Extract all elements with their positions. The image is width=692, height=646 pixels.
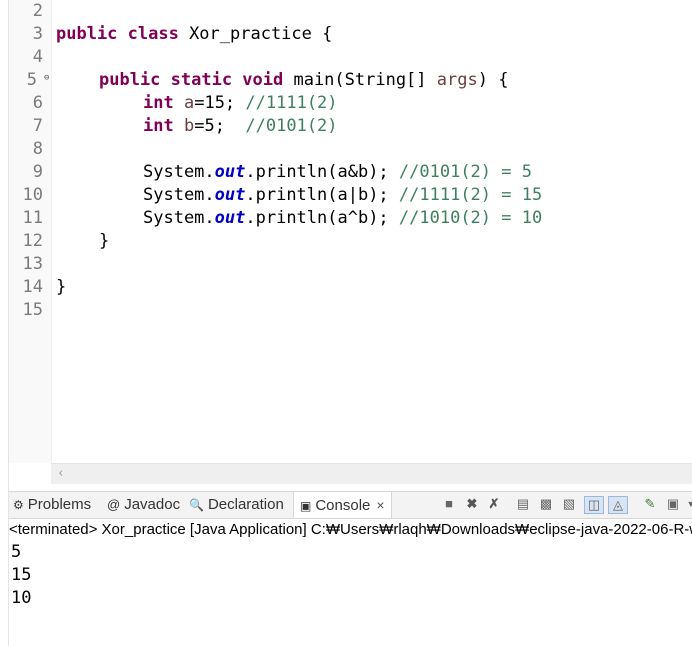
- show-console-on-stderr-icon[interactable]: ◬: [608, 496, 628, 514]
- console-output-line: 5: [11, 542, 22, 562]
- line-number: 9: [32, 162, 43, 182]
- javadoc-icon: @: [107, 497, 121, 512]
- tab-declaration[interactable]: 🔍 Declaration: [189, 492, 284, 518]
- display-console-icon[interactable]: ▣: [665, 496, 681, 512]
- fold-toggle-icon[interactable]: ⊖: [44, 67, 49, 90]
- code-line: int b=5; //0101(2): [143, 116, 338, 136]
- terminate-icon[interactable]: ■: [441, 496, 457, 512]
- scroll-lock-icon[interactable]: ▩: [538, 496, 554, 512]
- chevron-down-icon[interactable]: ▼: [683, 496, 692, 512]
- line-number-gutter: 2 3 4 5 ⊖ 6 7 8 9 10 11 12 13 14 15: [9, 0, 52, 463]
- line-number: 12: [22, 231, 43, 251]
- code-line: public static void main(String[] args) {: [99, 70, 509, 90]
- tab-console[interactable]: ▣ Console ×: [293, 492, 392, 518]
- code-line: System.out.println(a|b); //1111(2) = 15: [143, 185, 543, 205]
- scroll-left-icon[interactable]: ‹: [57, 464, 65, 484]
- horizontal-scrollbar[interactable]: ‹: [51, 463, 692, 484]
- line-number: 4: [32, 47, 43, 67]
- code-editor[interactable]: 2 3 4 5 ⊖ 6 7 8 9 10 11 12 13 14 15 publ…: [0, 0, 692, 463]
- line-number: 13: [22, 254, 43, 274]
- remove-launch-icon[interactable]: ✖: [464, 496, 480, 512]
- left-pane-edge: [0, 0, 9, 646]
- console-output-line: 15: [11, 565, 32, 585]
- pin-console-icon[interactable]: ✎: [642, 496, 658, 512]
- console-output[interactable]: 5 15 10: [9, 541, 692, 646]
- line-number: 15: [22, 300, 43, 320]
- code-line: int a=15; //1111(2): [143, 93, 338, 113]
- line-number: 6: [32, 93, 43, 113]
- problems-icon: ⚙: [13, 498, 24, 512]
- console-status-line: <terminated> Xor_practice [Java Applicat…: [9, 518, 692, 541]
- console-output-line: 10: [11, 588, 32, 608]
- code-line: public class Xor_practice {: [56, 24, 333, 44]
- code-line: }: [99, 231, 110, 251]
- console-icon: ▣: [300, 499, 312, 513]
- line-number: 11: [22, 208, 43, 228]
- remove-all-launches-icon[interactable]: ✗: [486, 496, 502, 512]
- line-number: 3: [32, 24, 43, 44]
- code-line: System.out.println(a&b); //0101(2) = 5: [143, 162, 532, 182]
- panel-tab-bar: ⚙ Problems @ Javadoc 🔍 Declaration ▣ Console…: [9, 491, 692, 518]
- declaration-icon: 🔍: [189, 498, 204, 512]
- code-line: }: [56, 277, 67, 297]
- line-number: 10: [22, 185, 43, 205]
- line-number: 5: [26, 70, 37, 90]
- show-console-on-stdout-icon[interactable]: ◫: [584, 496, 604, 514]
- clear-console-icon[interactable]: ▤: [515, 496, 531, 512]
- word-wrap-icon[interactable]: ▧: [561, 496, 577, 512]
- tab-problems[interactable]: ⚙ Problems: [13, 492, 91, 518]
- line-number: 2: [32, 1, 43, 21]
- line-number: 14: [22, 277, 43, 297]
- code-line: System.out.println(a^b); //1010(2) = 10: [143, 208, 543, 228]
- close-icon[interactable]: ×: [376, 497, 384, 513]
- tab-javadoc[interactable]: @ Javadoc: [107, 492, 180, 518]
- line-number: 7: [32, 116, 43, 136]
- line-number: 8: [32, 139, 43, 159]
